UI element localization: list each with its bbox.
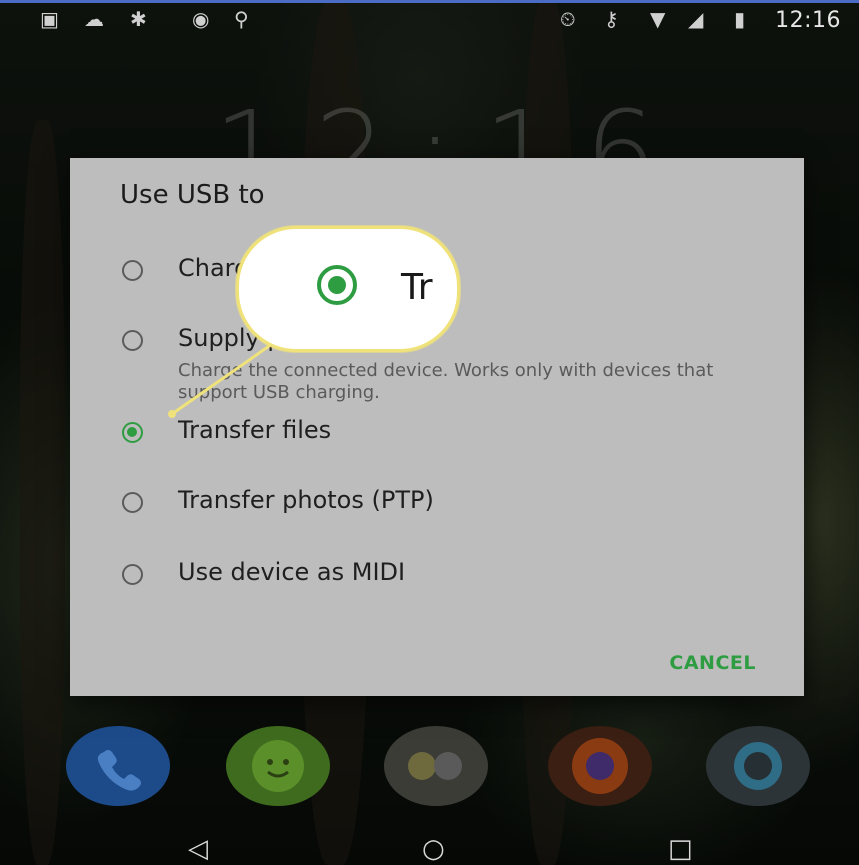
callout-leader-line bbox=[168, 328, 293, 418]
zoom-callout: Tr bbox=[236, 226, 460, 352]
radio-button-checked bbox=[317, 265, 357, 305]
callout-text: Tr bbox=[401, 267, 433, 308]
